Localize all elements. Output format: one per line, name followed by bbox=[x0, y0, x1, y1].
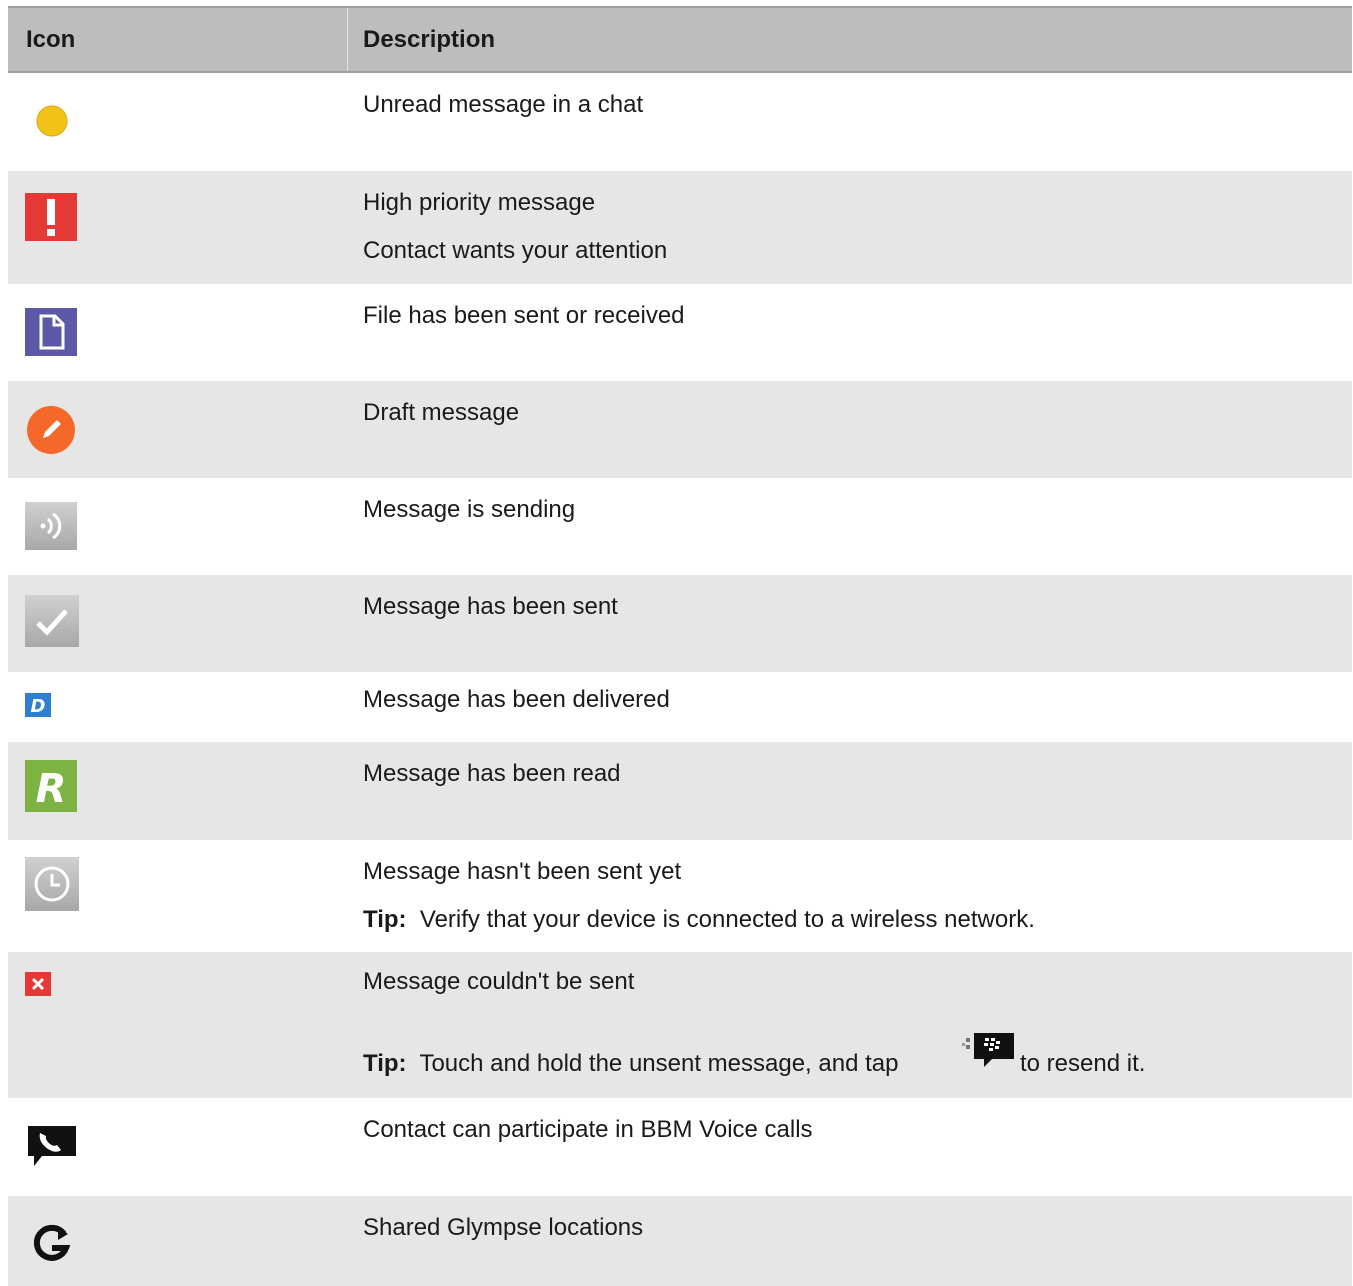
row-description: Unread message in a chat bbox=[363, 91, 644, 118]
file-icon bbox=[25, 308, 77, 356]
header-icon: Icon bbox=[26, 26, 76, 53]
tip-text: Touch and hold the unsent message, and t… bbox=[419, 1050, 899, 1077]
tip-line: Tip: Verify that your device is connecte… bbox=[363, 906, 1035, 934]
row-description: High priority message bbox=[363, 189, 596, 216]
voice-call-icon bbox=[28, 1126, 76, 1168]
table-row: D Message has been delivered bbox=[8, 672, 1352, 742]
pencil-icon bbox=[26, 405, 76, 455]
row-description: Message has been read bbox=[363, 760, 621, 787]
row-description: Message couldn't be sent bbox=[363, 968, 635, 995]
table-row: High priority message Contact wants your… bbox=[8, 171, 1352, 284]
table-row: Message hasn't been sent yet Tip: Verify… bbox=[8, 840, 1352, 952]
row-description: File has been sent or received bbox=[363, 302, 685, 329]
tip-label: Tip: bbox=[363, 906, 407, 933]
svg-text:D: D bbox=[31, 696, 46, 717]
table-header: Icon Description bbox=[8, 6, 1352, 73]
exclamation-icon bbox=[25, 193, 77, 241]
table-row: Contact can participate in BBM Voice cal… bbox=[8, 1098, 1352, 1196]
row-description: Contact wants your attention bbox=[363, 237, 668, 264]
clock-icon bbox=[25, 857, 79, 911]
tip-text-after: to resend it. bbox=[1020, 1050, 1146, 1077]
row-description: Draft message bbox=[363, 399, 520, 426]
row-description: Message has been sent bbox=[363, 593, 618, 620]
table-row: Shared Glympse locations bbox=[8, 1196, 1352, 1286]
table-row: Draft message bbox=[8, 381, 1352, 478]
row-description: Message has been delivered bbox=[363, 686, 670, 713]
row-description: Message is sending bbox=[363, 496, 576, 523]
table-row: Message has been sent bbox=[8, 575, 1352, 672]
row-description: Shared Glympse locations bbox=[363, 1214, 644, 1241]
glympse-icon bbox=[30, 1224, 72, 1264]
resend-bbm-icon bbox=[960, 1031, 1016, 1071]
table-row: File has been sent or received bbox=[8, 284, 1352, 381]
yellow-dot-icon bbox=[36, 105, 68, 137]
row-description: Contact can participate in BBM Voice cal… bbox=[363, 1116, 813, 1143]
table-row: Message is sending bbox=[8, 478, 1352, 575]
checkmark-icon bbox=[25, 595, 79, 647]
table-row: R Message has been read bbox=[8, 742, 1352, 840]
read-r-icon: R bbox=[25, 760, 77, 812]
sending-icon bbox=[25, 502, 77, 550]
error-x-icon bbox=[25, 972, 51, 996]
tip-line: Tip: Touch and hold the unsent message, … bbox=[363, 1050, 898, 1078]
svg-text:R: R bbox=[36, 766, 67, 812]
delivered-d-icon: D bbox=[25, 693, 51, 717]
table-row: Message couldn't be sent Tip: Touch and … bbox=[8, 952, 1352, 1098]
row-description: Message hasn't been sent yet bbox=[363, 858, 682, 885]
tip-label: Tip: bbox=[363, 1050, 407, 1077]
tip-text: Verify that your device is connected to … bbox=[419, 906, 1035, 933]
table-row: Unread message in a chat bbox=[8, 73, 1352, 171]
header-description: Description bbox=[363, 26, 496, 53]
